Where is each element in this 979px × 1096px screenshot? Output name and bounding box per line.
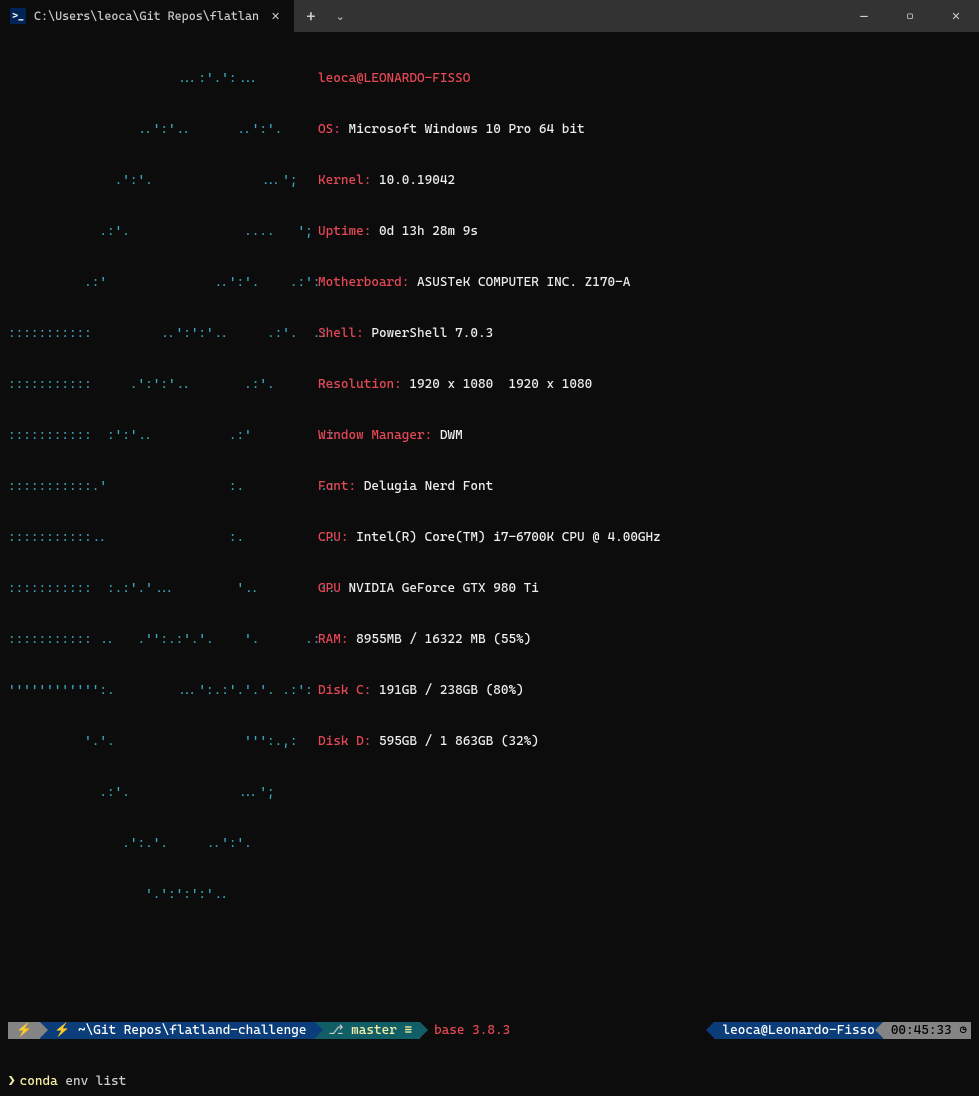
font-value: Delugia Nerd Font	[364, 479, 494, 494]
prompt-time: 00:45:33	[891, 1022, 952, 1039]
titlebar: >_ C:\Users\leoca\Git Repos\flatlan ✕ + …	[0, 0, 979, 32]
os-label: OS:	[318, 122, 341, 137]
uptime-value: 0d 13h 28m 9s	[379, 224, 478, 239]
close-tab-icon[interactable]: ✕	[267, 8, 284, 25]
mobo-value: ASUSTeK COMPUTER INC. Z170-A	[417, 275, 630, 290]
gpu-label: GPU	[318, 581, 341, 596]
command-line-1: ❯ conda env list	[8, 1073, 971, 1090]
diskd-label: Disk D:	[318, 734, 371, 749]
bolt-icon: ⚡	[54, 1022, 70, 1039]
terminal-content[interactable]: ...:'.':... leoca@LEONARDO-FISSO ..':'..…	[0, 32, 979, 1096]
close-window-button[interactable]: ✕	[933, 0, 979, 32]
cmd-prefix: conda	[20, 1073, 58, 1090]
maximize-button[interactable]: ▢	[887, 0, 933, 32]
git-branch-icon: ⎇	[329, 1022, 352, 1039]
ascii-art: ...:'.':...	[8, 70, 318, 87]
minimize-button[interactable]: ─	[841, 0, 887, 32]
res-label: Resolution:	[318, 377, 402, 392]
os-value: Microsoft Windows 10 Pro 64 bit	[348, 122, 584, 137]
cpu-label: CPU:	[318, 530, 348, 545]
tab-title: C:\Users\leoca\Git Repos\flatlan	[34, 9, 259, 23]
tab-dropdown-icon[interactable]: ⌄	[328, 10, 353, 23]
branch-name: master ≡	[351, 1022, 412, 1039]
new-tab-button[interactable]: +	[294, 7, 327, 26]
diskd-value: 595GB / 1 863GB (32%)	[379, 734, 539, 749]
shell-label: Shell:	[318, 326, 364, 341]
prompt-path: ~\Git Repos\flatland-challenge	[78, 1022, 307, 1039]
ram-value: 8955MB / 16322 MB (55%)	[356, 632, 531, 647]
diskc-label: Disk C:	[318, 683, 371, 698]
ram-label: RAM:	[318, 632, 348, 647]
wm-label: Window Manager:	[318, 428, 432, 443]
prompt-chevron-icon: ❯	[8, 1073, 20, 1090]
mobo-label: Motherboard:	[318, 275, 409, 290]
kernel-value: 10.0.19042	[379, 173, 455, 188]
font-label: Font:	[318, 479, 356, 494]
shell-value: PowerShell 7.0.3	[371, 326, 493, 341]
kernel-label: Kernel:	[318, 173, 371, 188]
prompt-line-1: ⚡ ⚡ ~\Git Repos\flatland-challenge ⎇ mas…	[8, 1022, 971, 1039]
tab-icon: >_	[10, 8, 26, 24]
clock-icon: ◷	[959, 1022, 967, 1039]
lightning-icon: ⚡	[8, 1022, 40, 1039]
env-name: base 3.8.3	[434, 1022, 510, 1039]
window-controls: ─ ▢ ✕	[841, 0, 979, 32]
cpu-value: Intel(R) Core(TM) i7-6700K CPU @ 4.00GHz	[356, 530, 661, 545]
tab-active[interactable]: >_ C:\Users\leoca\Git Repos\flatlan ✕	[0, 0, 294, 32]
gpu-value: NVIDIA GeForce GTX 980 Ti	[348, 581, 538, 596]
uptime-label: Uptime:	[318, 224, 371, 239]
wm-value: DWM	[440, 428, 463, 443]
prompt-user: leoca@Leonardo-Fisso	[714, 1022, 882, 1039]
diskc-value: 191GB / 238GB (80%)	[379, 683, 524, 698]
res-value: 1920 x 1080 1920 x 1080	[409, 377, 592, 392]
user-host: leoca@LEONARDO-FISSO	[318, 71, 470, 86]
cmd-rest: env list	[58, 1073, 127, 1090]
